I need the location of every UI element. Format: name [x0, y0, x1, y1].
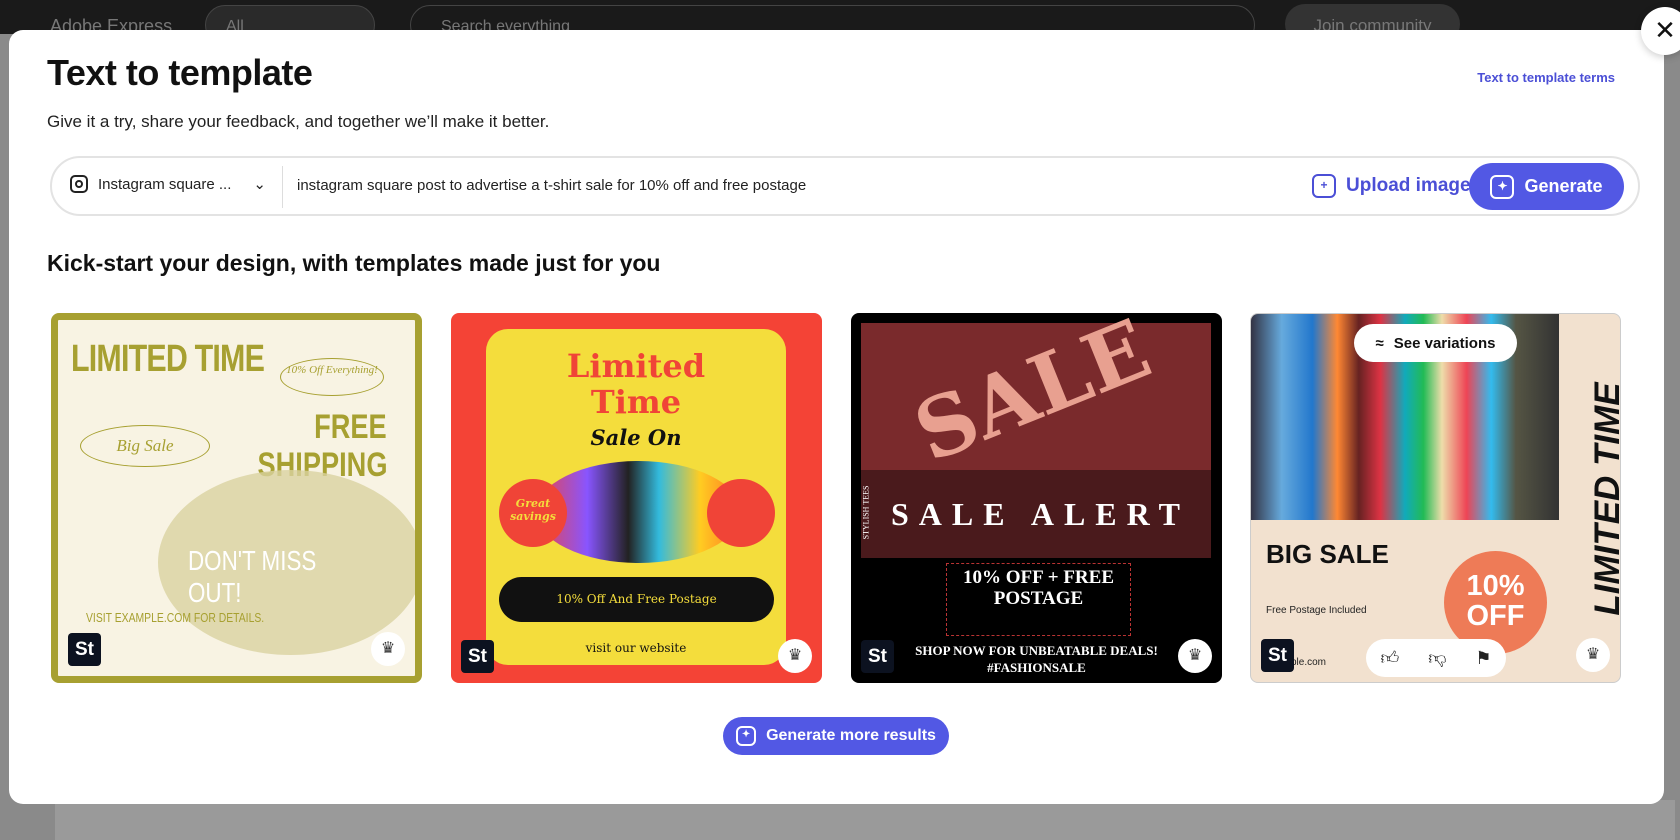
card-text: 10% Off And Free Postage [499, 577, 774, 622]
text-to-template-dialog: Text to template Give it a try, share yo… [9, 30, 1664, 804]
card-text: Great savings [499, 479, 567, 547]
variations-icon: ≈ [1375, 334, 1384, 352]
card-text: FREE [314, 408, 387, 446]
image-add-icon: + [1312, 174, 1336, 198]
card-text: 10% [1466, 570, 1525, 602]
generate-more-button[interactable]: ✦ Generate more results [723, 717, 949, 755]
card-text: visit our website [585, 641, 687, 655]
card-text: SALE ALERT [891, 496, 1190, 532]
terms-link[interactable]: Text to template terms [1477, 70, 1615, 85]
card-text: SHOP NOW FOR UNBEATABLE DEALS! [915, 643, 1158, 658]
prompt-input[interactable]: instagram square post to advertise a t-s… [297, 177, 1197, 194]
prompt-bar: Instagram square ... ⌄ instagram square … [50, 156, 1640, 216]
card-text: LIMITED TIME [1588, 382, 1621, 616]
thumbs-up-icon[interactable]: 👍︎ [1380, 647, 1399, 669]
instagram-icon [70, 175, 88, 193]
card-text: DON'T MISS OUT! [188, 545, 317, 608]
card-text: STYLISH TEES [861, 485, 871, 540]
card-text: Limited [566, 347, 706, 385]
card-text: ple.com [1291, 657, 1327, 668]
chevron-down-icon: ⌄ [253, 176, 266, 193]
template-card-2[interactable]: Limited Time Sale On Great savings 10% O… [451, 313, 822, 683]
sparkle-icon: ✦ [736, 726, 757, 746]
card-text: Sale On [590, 425, 682, 450]
premium-crown-icon: ♛ [1178, 639, 1212, 673]
card-text: Free Postage Included [1266, 605, 1367, 616]
section-title: Kick-start your design, with templates m… [47, 250, 661, 276]
stock-badge: St [461, 640, 494, 673]
see-variations-button[interactable]: ≈ See variations [1354, 324, 1517, 362]
red-circle [707, 479, 775, 547]
stock-badge: St [1261, 639, 1294, 672]
card-text: OFF [1466, 600, 1525, 632]
app-header: Adobe Express All Search everything Join… [0, 0, 1680, 45]
card-text: #FASHIONSALE [987, 660, 1086, 675]
template-card-3[interactable]: SALE STYLISH TEES SALE ALERT 10% OFF + F… [851, 313, 1222, 683]
format-label: Instagram square ... [98, 175, 232, 193]
card-text: Big Sale [80, 425, 210, 467]
upload-image-button[interactable]: + Upload image [1312, 174, 1471, 198]
dialog-subtitle: Give it a try, share your feedback, and … [47, 112, 550, 131]
card-text: 10% Off Everything! [280, 358, 384, 396]
feedback-toolbar: 👍︎ 👎︎ ⚑ [1366, 639, 1506, 677]
stock-badge: St [861, 640, 894, 673]
format-dropdown[interactable]: Instagram square ... ⌄ [70, 175, 266, 193]
sparkle-icon: ✦ [1490, 174, 1515, 199]
card-text: Time [590, 383, 682, 421]
premium-crown-icon: ♛ [778, 639, 812, 673]
stock-badge: St [68, 633, 101, 666]
card-text: 10% OFF + FREE POSTAGE [946, 563, 1131, 636]
template-card-1[interactable]: LIMITED TIME 10% Off Everything! FREE SH… [51, 313, 422, 683]
premium-crown-icon: ♛ [1576, 638, 1610, 672]
card-text: BIG SALE [1266, 539, 1389, 569]
generate-more-label: Generate more results [766, 727, 936, 744]
premium-crown-icon: ♛ [371, 632, 405, 666]
flag-icon[interactable]: ⚑ [1475, 648, 1491, 669]
card-panel: Limited Time Sale On Great savings 10% O… [486, 329, 786, 665]
close-icon: ✕ [1654, 15, 1676, 45]
generate-label: Generate [1524, 176, 1603, 196]
template-card-4[interactable]: ≈ See variations LIMITED TIME BIG SALE F… [1250, 313, 1621, 683]
thumbs-down-icon[interactable]: 👎︎ [1428, 647, 1446, 669]
divider [282, 166, 283, 208]
upload-label: Upload image [1346, 175, 1471, 196]
background-content [55, 800, 1675, 840]
see-variations-label: See variations [1393, 334, 1496, 352]
card-text: VISIT EXAMPLE.COM FOR DETAILS. [86, 610, 265, 625]
dialog-title: Text to template [47, 52, 313, 93]
generate-button[interactable]: ✦ Generate [1469, 163, 1624, 210]
card-text: LIMITED TIME [71, 338, 265, 380]
